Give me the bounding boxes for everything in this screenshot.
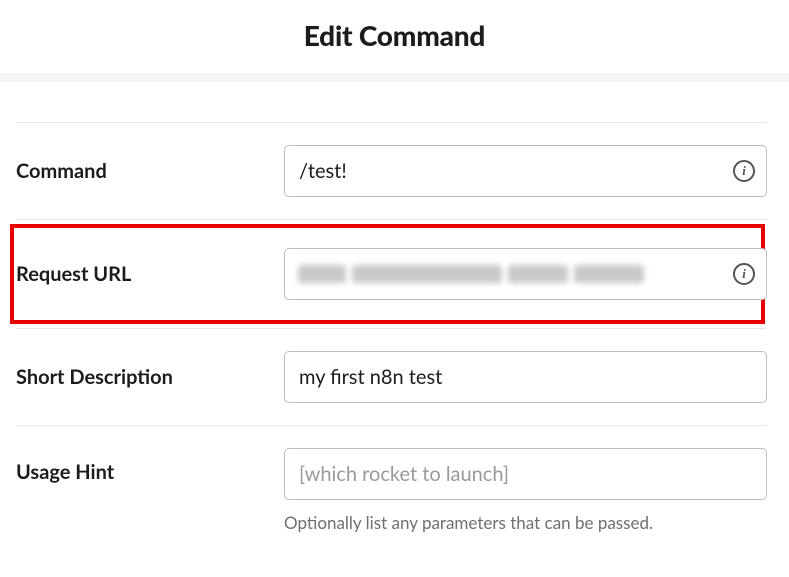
page-title: Edit Command <box>0 0 789 74</box>
usage-hint-label: Usage Hint <box>16 448 284 484</box>
command-input[interactable] <box>284 145 767 197</box>
usage-hint-input[interactable] <box>284 448 767 500</box>
request-url-input-wrap <box>284 248 767 300</box>
info-icon[interactable] <box>733 263 755 285</box>
short-description-label: Short Description <box>16 365 284 389</box>
form-row-request-url: Request URL <box>16 219 767 328</box>
form-row-command: Command <box>16 122 767 219</box>
usage-hint-input-wrap: Optionally list any parameters that can … <box>284 448 767 533</box>
request-url-label: Request URL <box>16 262 284 286</box>
usage-hint-helper: Optionally list any parameters that can … <box>284 512 767 533</box>
command-label: Command <box>16 159 284 183</box>
header-divider <box>0 74 789 82</box>
short-description-input[interactable] <box>284 351 767 403</box>
info-icon[interactable] <box>733 160 755 182</box>
short-description-input-wrap <box>284 351 767 403</box>
command-input-wrap <box>284 145 767 197</box>
form-row-short-description: Short Description <box>16 328 767 425</box>
form-container: Command Request URL Short Description <box>0 82 789 555</box>
redacted-content <box>298 263 719 285</box>
form-row-usage-hint: Usage Hint Optionally list any parameter… <box>16 425 767 555</box>
